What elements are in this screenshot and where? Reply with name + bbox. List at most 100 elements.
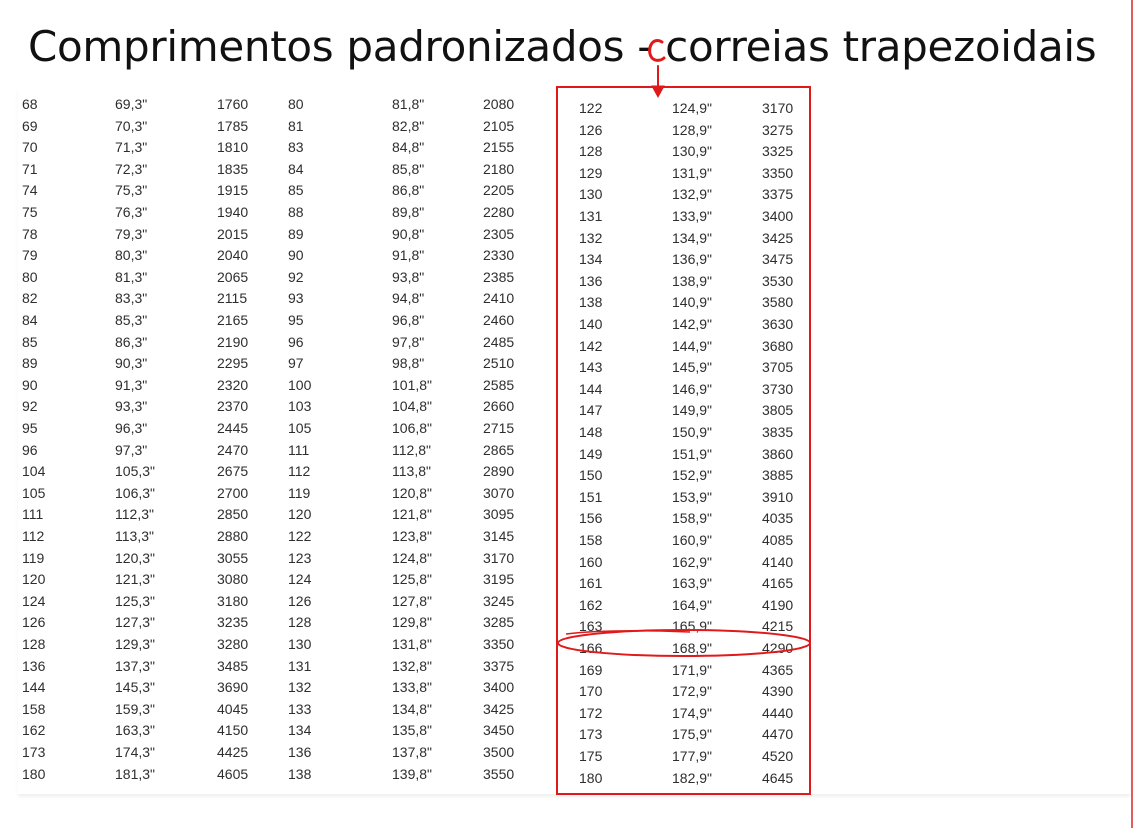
length-inches-cell: 168,9" [672,640,713,656]
length-mm-cell: 2105 [483,117,515,134]
length-inches-cell: 129,3" [115,636,156,652]
length-inches-cell: 113,3" [115,528,154,544]
belt-number-cell: 124 [288,571,312,588]
length-inches-cell: 85,8" [392,160,425,177]
length-inches-cell: 145,3" [115,679,156,696]
length-inches-cell: 106,3" [115,484,156,501]
length-mm-cell: 3530 [762,272,794,289]
belt-number-cell: 130 [579,186,603,203]
belt-number-cell: 89 [22,355,38,372]
belt-number-cell: 173 [22,744,46,760]
length-mm-cell: 3550 [483,765,515,782]
length-mm-cell: 3285 [483,614,515,631]
length-mm-cell: 3325 [762,143,794,160]
belt-number-cell: 170 [579,683,603,700]
belt-number-cell: 93 [288,290,304,307]
length-inches-cell: 90,3" [115,355,148,372]
length-inches-cell: 146,9" [672,380,713,397]
length-inches-cell: 129,8" [392,614,433,631]
length-inches-cell: 149,9" [672,402,713,419]
length-mm-cell: 3400 [762,208,794,224]
length-mm-cell: 3170 [483,549,515,566]
belt-number-cell: 132 [288,679,312,696]
belt-number-cell: 112 [288,463,311,480]
length-mm-cell: 3055 [217,549,249,566]
length-mm-cell: 2410 [483,290,515,307]
belt-number-cell: 79 [22,247,38,264]
belt-number-cell: 156 [579,510,603,527]
belt-number-cell: 105 [288,420,312,436]
length-mm-cell: 1940 [217,204,249,220]
length-mm-cell: 3500 [483,744,515,760]
belt-number-cell: 136 [288,744,312,760]
belt-number-cell: 88 [288,204,304,220]
belt-number-cell: 169 [579,661,603,678]
length-mm-cell: 3680 [762,337,794,354]
length-mm-cell: 2385 [483,268,515,285]
length-inches-cell: 97,8" [392,333,425,350]
belt-length-table [18,88,1130,794]
belt-number-cell: 126 [579,121,603,138]
length-inches-cell: 96,8" [392,312,425,328]
length-inches-cell: 151,9" [672,445,713,462]
belt-number-cell: 111 [22,506,44,523]
length-mm-cell: 4290 [762,640,794,656]
length-mm-cell: 1915 [217,182,249,199]
length-mm-cell: 2155 [483,139,515,156]
page-title: Comprimentos padronizados - correias tra… [28,22,1097,71]
length-inches-cell: 93,8" [392,268,425,285]
belt-number-cell: 180 [579,769,603,786]
length-inches-cell: 125,8" [392,571,433,588]
length-mm-cell: 4425 [217,744,249,760]
length-mm-cell: 3690 [217,679,249,696]
length-mm-cell: 4035 [762,510,794,527]
page-edge-rule [1131,0,1133,828]
length-inches-cell: 150,9" [672,424,713,440]
belt-number-cell: 166 [579,640,603,656]
length-inches-cell: 86,8" [392,182,425,199]
length-inches-cell: 128,9" [672,121,713,138]
length-mm-cell: 3350 [762,164,794,181]
belt-number-cell: 150 [579,467,603,484]
belt-number-cell: 81 [288,117,304,134]
length-inches-cell: 134,8" [392,700,433,717]
length-inches-cell: 112,8" [392,441,431,458]
length-inches-cell: 86,3" [115,333,148,350]
length-inches-cell: 85,3" [115,312,148,328]
length-mm-cell: 1760 [217,96,249,112]
length-inches-cell: 175,9" [672,726,713,743]
belt-number-cell: 123 [288,549,312,566]
length-inches-cell: 158,9" [672,510,713,527]
length-mm-cell: 3400 [483,679,515,696]
length-inches-cell: 140,9" [672,294,713,311]
length-inches-cell: 72,3" [115,160,148,177]
belt-number-cell: 104 [22,463,46,480]
belt-number-cell: 89 [288,225,304,242]
belt-number-cell: 163 [579,618,603,635]
length-mm-cell: 3835 [762,424,794,440]
length-mm-cell: 3805 [762,402,794,419]
length-inches-cell: 91,8" [392,247,425,264]
belt-number-cell: 80 [22,268,38,285]
length-mm-cell: 4440 [762,704,794,721]
length-mm-cell: 3910 [762,488,794,505]
belt-number-cell: 148 [579,424,603,440]
belt-number-cell: 162 [579,596,603,613]
belt-number-cell: 124 [22,592,46,609]
length-mm-cell: 2675 [217,463,249,480]
belt-number-cell: 105 [22,484,46,501]
length-mm-cell: 4390 [762,683,794,700]
belt-number-cell: 138 [579,294,603,311]
length-mm-cell: 3425 [483,700,515,717]
length-mm-cell: 4085 [762,532,794,548]
length-inches-cell: 70,3" [115,117,148,134]
length-inches-cell: 93,3" [115,398,148,415]
belt-number-cell: 128 [579,143,603,160]
length-mm-cell: 3280 [217,636,249,652]
length-inches-cell: 139,8" [392,765,433,782]
belt-number-cell: 136 [579,272,603,289]
belt-number-cell: 80 [288,96,304,112]
belt-number-cell: 138 [288,765,312,782]
length-inches-cell: 75,3" [115,182,148,199]
length-inches-cell: 133,8" [392,679,433,696]
